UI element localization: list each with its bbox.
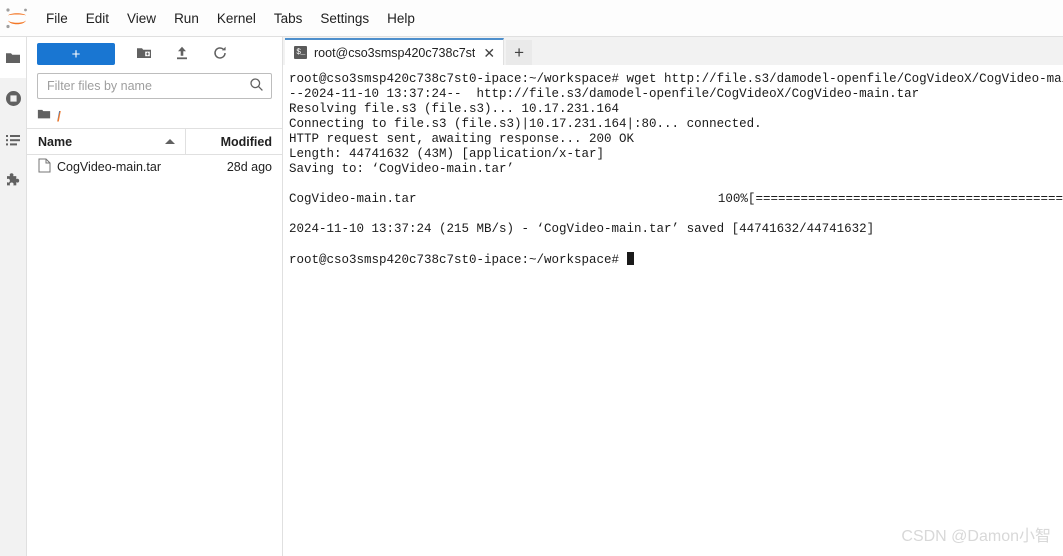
file-browser-panel: + Filter files by name / Name Modified C… [27, 37, 283, 556]
new-tab-button[interactable]: + [506, 40, 533, 65]
new-launcher-button[interactable]: + [37, 43, 115, 65]
upload-icon [174, 45, 190, 64]
sidebar-item-extension-manager[interactable] [0, 160, 26, 201]
sidebar-item-file-browser[interactable] [0, 37, 26, 78]
menu-item-tabs[interactable]: Tabs [265, 8, 312, 29]
main-area: + Filter files by name / Name Modified C… [0, 37, 1063, 556]
menu-item-help[interactable]: Help [378, 8, 424, 29]
menu-items: File Edit View Run Kernel Tabs Settings … [37, 8, 424, 29]
terminal-line: HTTP request sent, awaiting response... … [289, 132, 635, 146]
column-header-name-label: Name [38, 134, 73, 149]
sidebar-item-table-of-contents[interactable] [0, 119, 26, 160]
terminal-cursor [626, 252, 634, 265]
terminal-line: root@cso3smsp420c738c7st0-ipace:~/worksp… [289, 72, 1063, 86]
left-sidebar-rail [0, 37, 27, 556]
terminal-line: 2024-11-10 13:37:24 (215 MB/s) - ‘CogVid… [289, 222, 875, 236]
menu-item-kernel[interactable]: Kernel [208, 8, 265, 29]
refresh-file-list-button[interactable] [205, 42, 235, 66]
terminal-line: Connecting to file.s3 (file.s3)|10.17.23… [289, 117, 762, 131]
puzzle-piece-icon [5, 172, 22, 189]
terminal-progress-line: CogVideo-main.tar 100%[ ================… [289, 192, 1063, 207]
progress-gap [417, 192, 718, 207]
upload-files-button[interactable] [167, 42, 197, 66]
tab-terminal[interactable]: $_ root@cso3smsp420c738c7st ✕ [285, 38, 505, 65]
breadcrumb-root[interactable]: / [56, 108, 61, 124]
file-list-header: Name Modified [27, 129, 282, 155]
new-folder-icon [136, 45, 152, 64]
progress-bar: ========================================… [755, 192, 1063, 206]
file-icon [38, 158, 51, 176]
menu-item-view[interactable]: View [118, 8, 165, 29]
file-filter-wrapper [27, 71, 282, 103]
search-input[interactable] [45, 78, 249, 94]
sidebar-item-running-terminals[interactable] [0, 78, 26, 119]
folder-icon [5, 50, 21, 66]
terminal-output[interactable]: root@cso3smsp420c738c7st0-ipace:~/worksp… [283, 65, 1063, 556]
file-row-name: CogVideo-main.tar [27, 158, 186, 176]
folder-icon[interactable] [37, 107, 51, 124]
file-filter-box[interactable] [37, 73, 272, 99]
file-list-empty-space [27, 179, 282, 556]
progress-percent: 100%[ [717, 192, 756, 206]
terminal-line: --2024-11-10 13:37:24-- http://file.s3/d… [289, 87, 920, 101]
stop-circle-icon [5, 90, 22, 107]
breadcrumb: / [27, 103, 282, 129]
search-icon [249, 77, 264, 95]
menu-item-file[interactable]: File [37, 8, 77, 29]
sort-ascending-icon [165, 139, 175, 144]
jupyter-logo-icon [3, 4, 31, 32]
terminal-line: Length: 44741632 (43M) [application/x-ta… [289, 147, 605, 161]
dock-panel: $_ root@cso3smsp420c738c7st ✕ + root@cso… [283, 37, 1063, 556]
column-header-modified[interactable]: Modified [186, 135, 282, 149]
column-header-name[interactable]: Name [27, 129, 186, 154]
table-row[interactable]: CogVideo-main.tar 28d ago [27, 155, 282, 179]
terminal-line: Saving to: ‘CogVideo-main.tar’ [289, 162, 515, 176]
progress-file-name: CogVideo-main.tar [289, 192, 417, 206]
menu-item-edit[interactable]: Edit [77, 8, 118, 29]
terminal-prompt-line: root@cso3smsp420c738c7st0-ipace:~/worksp… [289, 252, 1063, 268]
close-icon[interactable]: ✕ [482, 46, 496, 60]
terminal-icon: $_ [294, 46, 307, 59]
refresh-icon [212, 45, 228, 64]
terminal-line: Resolving file.s3 (file.s3)... 10.17.231… [289, 102, 620, 116]
file-name-label: CogVideo-main.tar [57, 160, 161, 174]
new-folder-button[interactable] [129, 42, 159, 66]
tab-label: root@cso3smsp420c738c7st [314, 45, 476, 60]
menu-item-run[interactable]: Run [165, 8, 208, 29]
menu-bar: File Edit View Run Kernel Tabs Settings … [0, 0, 1063, 37]
list-icon [5, 132, 21, 148]
tab-bar: $_ root@cso3smsp420c738c7st ✕ + [283, 37, 1063, 65]
menu-item-settings[interactable]: Settings [311, 8, 378, 29]
file-browser-toolbar: + [27, 37, 282, 71]
file-modified-label: 28d ago [226, 160, 272, 174]
terminal-prompt: root@cso3smsp420c738c7st0-ipace:~/worksp… [289, 253, 627, 267]
